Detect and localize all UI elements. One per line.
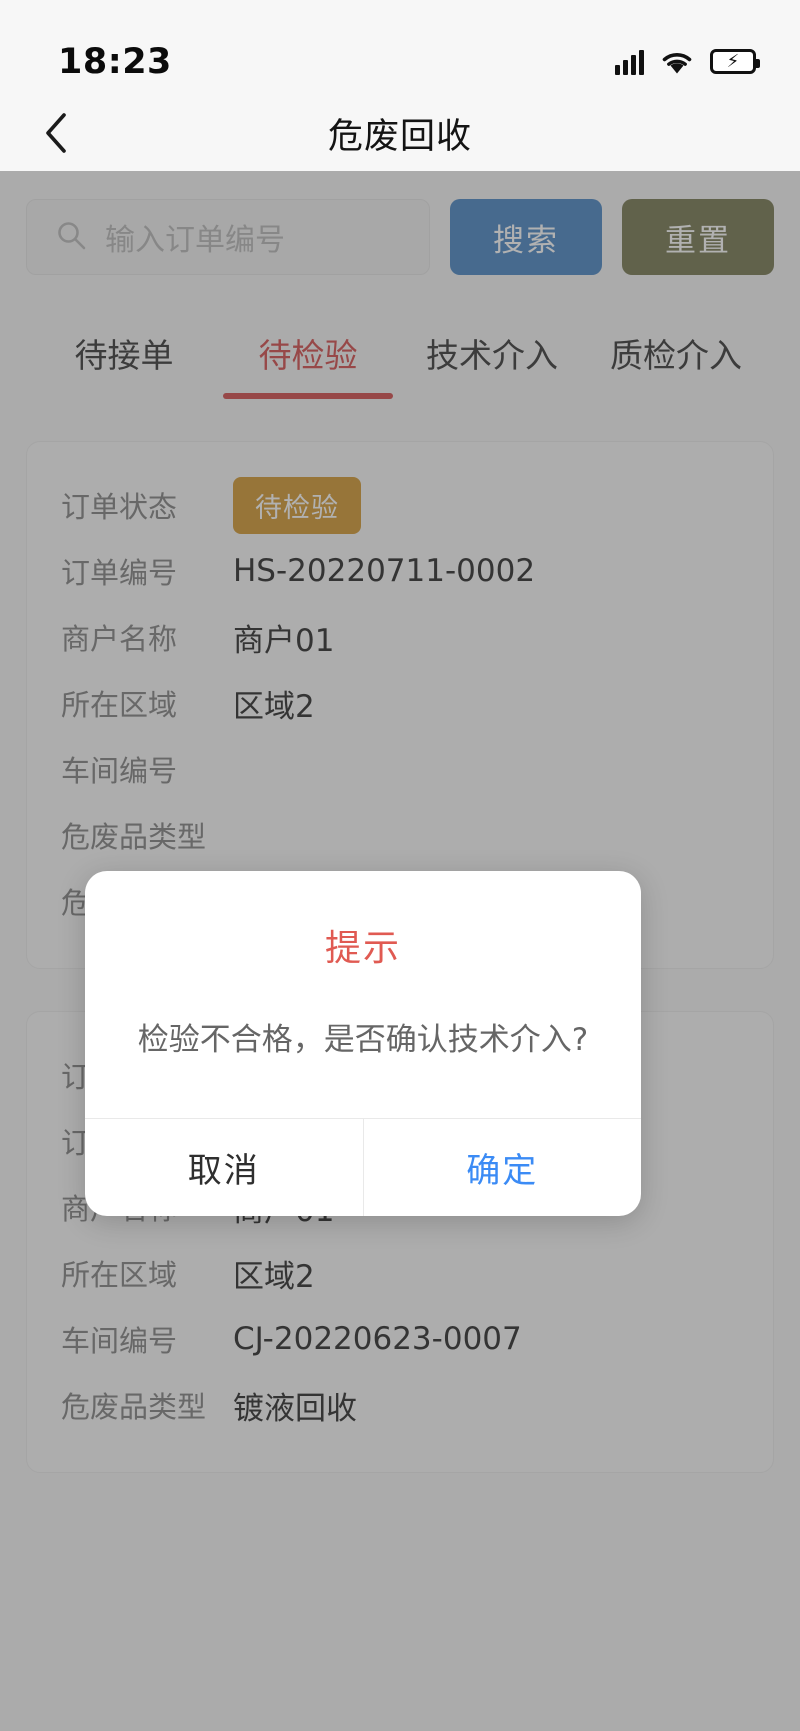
dialog-actions: 取消 确定: [85, 1117, 642, 1216]
signal-bars-icon: [615, 49, 644, 75]
nav-bar: 危废回收: [0, 95, 800, 171]
confirm-dialog: 提示 检验不合格，是否确认技术介入? 取消 确定: [85, 871, 641, 1216]
status-bar: 18:23 ⚡: [0, 0, 800, 95]
page-title: 危废回收: [327, 116, 472, 157]
phone-screen: 18:23 ⚡ 危废回收 输入订单编号 搜索 重置 待接单 待检验 技术介入 质…: [0, 0, 800, 1731]
status-time: 18:23: [58, 41, 172, 82]
cancel-button[interactable]: 取消: [85, 1119, 363, 1216]
wifi-icon: [660, 49, 694, 75]
dialog-title: 提示: [324, 928, 401, 969]
dialog-message: 检验不合格，是否确认技术介入?: [137, 1022, 589, 1058]
status-icons: ⚡: [615, 49, 760, 75]
page-content: 输入订单编号 搜索 重置 待接单 待检验 技术介入 质检介入 订单状态 待检验 …: [0, 171, 800, 1731]
confirm-button[interactable]: 确定: [362, 1118, 642, 1216]
battery-charging-icon: ⚡: [710, 49, 760, 74]
